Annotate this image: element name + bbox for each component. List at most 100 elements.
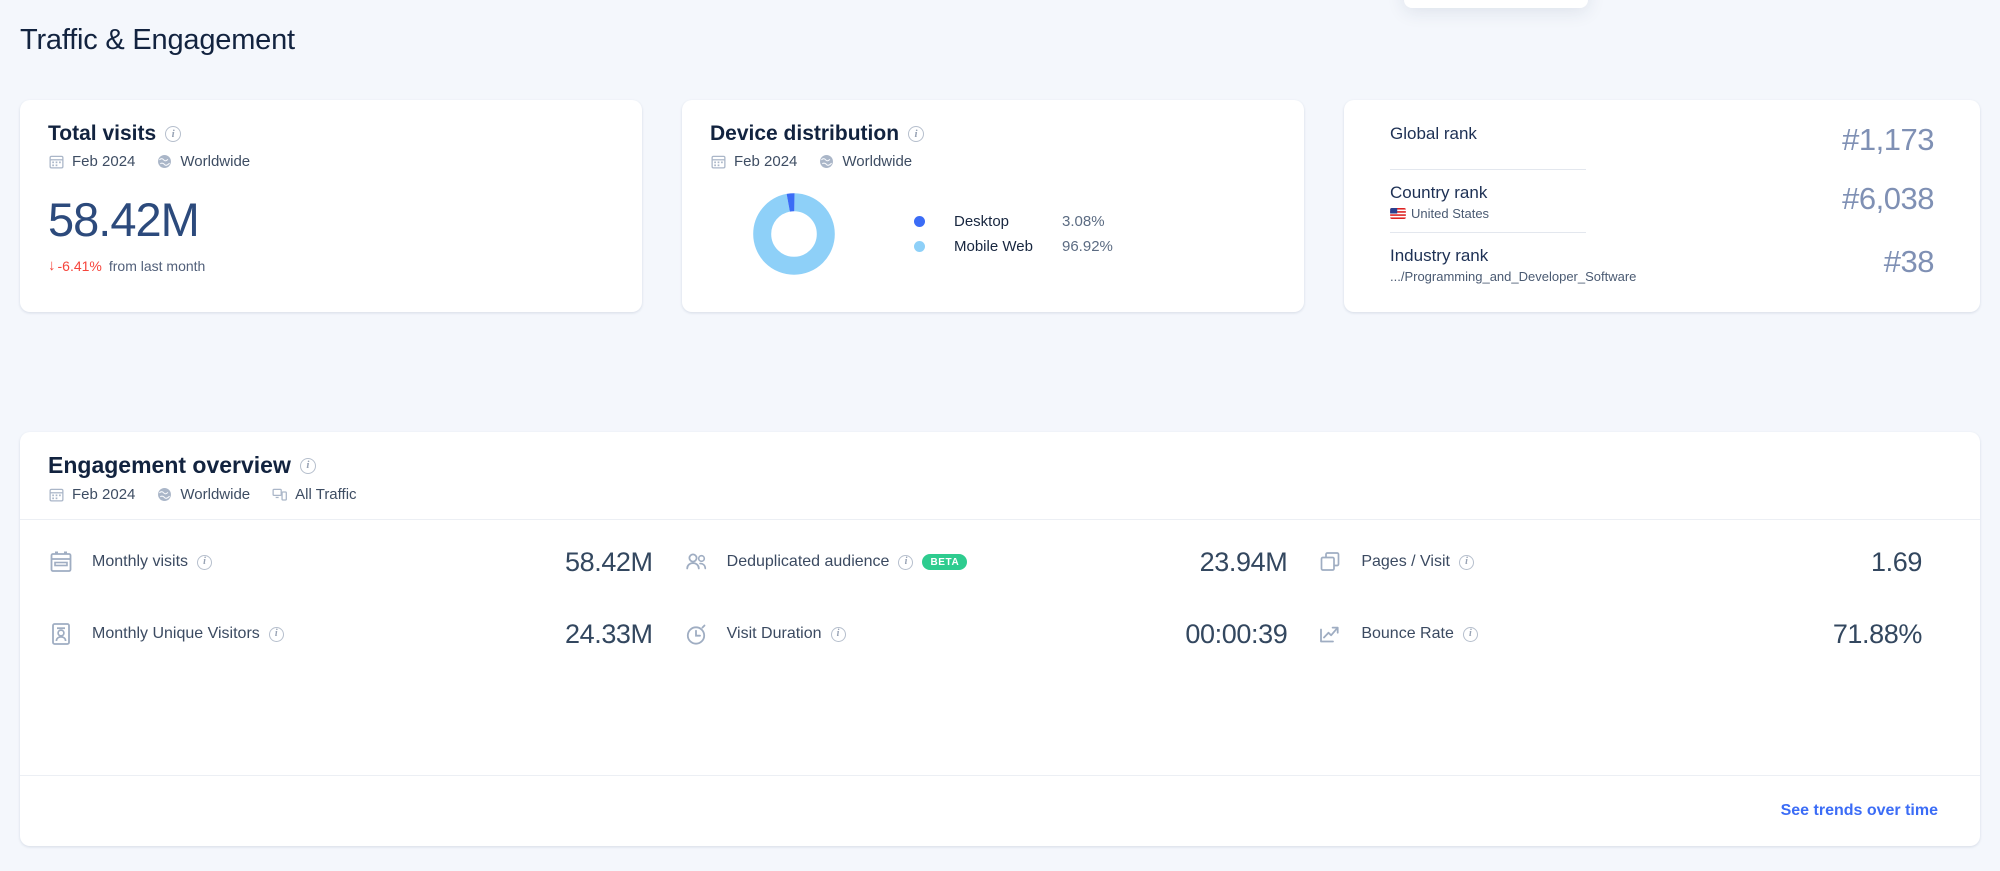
rank-value-country: #6,038 — [1842, 181, 1934, 216]
pages-icon — [1320, 552, 1340, 571]
rank-sub-industry: .../Programming_and_Developer_Software — [1390, 269, 1637, 284]
device-legend: Desktop 3.08% Mobile Web 96.92% — [914, 209, 1113, 259]
engagement-metrics-grid: Monthly visits i 58.42M Deduplicated aud… — [20, 520, 1980, 670]
rank-value-industry: #38 — [1883, 244, 1935, 279]
total-visits-meta: Feb 2024 Worldwide — [48, 153, 614, 170]
device-distribution-title-text: Device distribution — [710, 122, 900, 145]
devices-icon — [272, 488, 288, 501]
page-title: Traffic & Engagement — [20, 24, 295, 56]
metric-pages-per-visit[interactable]: Pages / Visit i 1.69 — [1317, 526, 1952, 598]
rank-row-country[interactable]: Country rank United States #6,038 — [1390, 181, 1934, 221]
rank-sub-country: United States — [1390, 206, 1489, 221]
device-distribution-chart-area: Desktop 3.08% Mobile Web 96.92% — [710, 192, 1276, 276]
us-flag-icon — [1390, 208, 1406, 219]
metric-value-monthly-visits: 58.42M — [564, 546, 653, 577]
total-visits-title-text: Total visits — [48, 122, 157, 145]
metric-bounce-rate[interactable]: Bounce Rate i 71.88% — [1317, 598, 1952, 670]
total-visits-delta: ↓ -6.41% from last month — [48, 257, 614, 274]
people-icon — [685, 553, 706, 570]
total-visits-delta-pct: -6.41% — [57, 257, 102, 274]
device-distribution-card: Device distribution i Feb 2024 Worldwide — [682, 100, 1304, 312]
arrow-down-icon: ↓ — [48, 257, 56, 274]
metric-label-visit-duration: Visit Duration i — [727, 625, 846, 643]
engagement-title: Engagement overview i — [48, 452, 1952, 479]
engagement-title-text: Engagement overview — [48, 452, 291, 478]
info-icon[interactable]: i — [1458, 554, 1474, 570]
legend-item-mobile-web: Mobile Web 96.92% — [914, 234, 1113, 259]
globe-icon — [158, 155, 172, 168]
info-icon[interactable]: i — [908, 126, 925, 142]
device-distribution-title: Device distribution i — [710, 122, 1276, 146]
total-visits-geo: Worldwide — [180, 153, 251, 170]
id-card-icon — [52, 623, 70, 645]
metric-deduplicated-audience[interactable]: Deduplicated audience i BETA 23.94M — [683, 526, 1318, 598]
engagement-footer: See trends over time — [20, 776, 1980, 846]
total-visits-delta-suffix: from last month — [108, 257, 206, 274]
stopwatch-icon — [686, 624, 706, 645]
total-visits-date: Feb 2024 — [72, 153, 136, 170]
calendar-icon — [49, 488, 64, 502]
metric-value-monthly-unique-visitors: 24.33M — [564, 618, 653, 649]
rank-value-global: #1,173 — [1842, 122, 1934, 157]
metric-monthly-visits[interactable]: Monthly visits i 58.42M — [48, 526, 683, 598]
metric-monthly-unique-visitors[interactable]: Monthly Unique Visitors i 24.33M — [48, 598, 683, 670]
metric-label-text: Monthly Unique Visitors — [92, 625, 260, 642]
total-visits-card: Total visits i Feb 2024 Worldwide 58.42M — [20, 100, 642, 312]
metric-label-text: Monthly visits — [92, 553, 189, 570]
calendar-icon — [711, 155, 726, 169]
metric-value-deduplicated-audience: 23.94M — [1199, 546, 1288, 577]
calendar-visits-icon — [50, 551, 72, 572]
engagement-date: Feb 2024 — [72, 486, 136, 503]
rank-label-country: Country rank — [1390, 183, 1488, 202]
rank-divider-1 — [1390, 169, 1586, 170]
dashboard-page: Traffic & Engagement Total visits i Feb … — [0, 0, 2000, 871]
beta-badge: BETA — [922, 554, 968, 570]
rank-row-global[interactable]: Global rank #1,173 — [1390, 122, 1934, 158]
legend-value-mobile-web: 96.92% — [1062, 238, 1113, 255]
metric-label-text: Pages / Visit — [1361, 553, 1450, 570]
calendar-icon — [49, 155, 64, 169]
device-donut-chart — [753, 193, 835, 275]
metric-value-pages-per-visit: 1.69 — [1871, 546, 1922, 577]
info-icon[interactable]: i — [898, 554, 914, 570]
engagement-overview-card: Engagement overview i Feb 2024 Worldwide — [20, 432, 1980, 846]
see-trends-over-time-link[interactable]: See trends over time — [1781, 802, 1938, 820]
info-icon[interactable]: i — [165, 126, 182, 142]
metric-label-text: Visit Duration — [726, 625, 822, 642]
metric-label-monthly-visits: Monthly visits i — [92, 553, 213, 571]
legend-label-desktop: Desktop — [954, 213, 1010, 230]
rank-row-industry[interactable]: Industry rank .../Programming_and_Develo… — [1390, 244, 1935, 284]
metric-value-bounce-rate: 71.88% — [1832, 618, 1923, 649]
engagement-geo: Worldwide — [180, 486, 251, 503]
device-distribution-geo: Worldwide — [842, 153, 913, 170]
info-icon[interactable]: i — [830, 626, 846, 642]
rank-label-global: Global rank — [1390, 124, 1477, 143]
legend-item-desktop: Desktop 3.08% — [914, 209, 1113, 234]
metric-value-visit-duration: 00:00:39 — [1185, 618, 1288, 649]
legend-dot-desktop — [914, 216, 925, 227]
info-icon[interactable]: i — [197, 554, 213, 570]
legend-value-desktop: 3.08% — [1062, 213, 1105, 230]
metric-label-monthly-unique-visitors: Monthly Unique Visitors i — [92, 625, 284, 643]
rank-card: Global rank #1,173 Country rank United S… — [1344, 100, 1980, 312]
globe-icon — [158, 488, 172, 501]
engagement-meta: Feb 2024 Worldwide All Traffic — [48, 486, 1952, 503]
metric-label-deduplicated-audience: Deduplicated audience i BETA — [727, 553, 968, 571]
info-icon[interactable]: i — [299, 457, 316, 474]
device-distribution-meta: Feb 2024 Worldwide — [710, 153, 1276, 170]
legend-dot-mobile-web — [914, 241, 925, 252]
device-distribution-date: Feb 2024 — [734, 153, 798, 170]
metric-visit-duration[interactable]: Visit Duration i 00:00:39 — [683, 598, 1318, 670]
metric-label-pages-per-visit: Pages / Visit i — [1361, 553, 1474, 571]
globe-icon — [820, 155, 834, 168]
metric-label-bounce-rate: Bounce Rate i — [1361, 625, 1478, 643]
rank-divider-2 — [1390, 232, 1586, 233]
metric-label-text: Deduplicated audience — [726, 553, 890, 570]
engagement-traffic: All Traffic — [295, 486, 357, 503]
metric-label-text: Bounce Rate — [1361, 625, 1454, 642]
legend-label-mobile-web: Mobile Web — [954, 238, 1033, 255]
info-icon[interactable]: i — [268, 626, 284, 642]
total-visits-value: 58.42M — [48, 193, 200, 246]
total-visits-title: Total visits i — [48, 122, 614, 146]
info-icon[interactable]: i — [1462, 626, 1478, 642]
